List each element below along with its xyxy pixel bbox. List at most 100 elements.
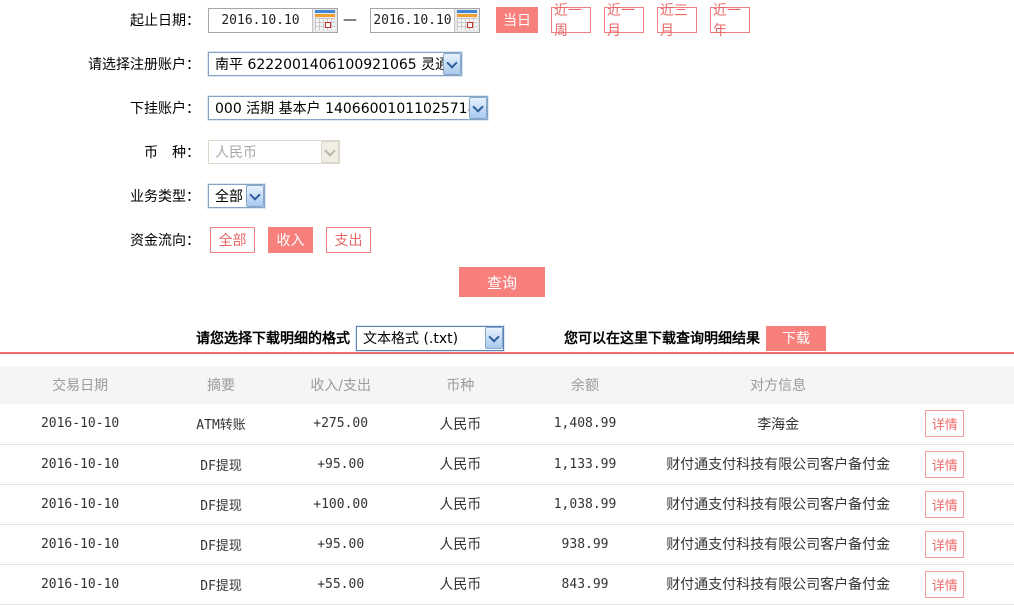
calendar-icon-bar <box>315 14 335 17</box>
calendar-icon-day-marker <box>325 22 331 28</box>
detail-button[interactable]: 详情 <box>925 571 964 598</box>
cell-counterparty: 财付通支付科技有限公司客户备付金 <box>649 564 908 604</box>
table-row: 2016-10-10 DF提现 +95.00 人民币 938.99 财付通支付科… <box>0 524 1014 564</box>
query-row: 查询 <box>459 267 1014 297</box>
detail-button[interactable]: 详情 <box>925 491 964 518</box>
date-range-label: 起止日期： <box>0 10 200 30</box>
quick-range-month-button[interactable]: 近一月 <box>604 7 644 33</box>
table-row: 2016-10-10 DF提现 +95.00 人民币 1,133.99 财付通支… <box>0 444 1014 484</box>
cell-currency: 人民币 <box>399 444 521 484</box>
chevron-down-icon[interactable] <box>246 185 264 207</box>
cell-date: 2016-10-10 <box>0 404 160 444</box>
fund-direction-income-button[interactable]: 收入 <box>268 227 313 253</box>
start-date-value: 2016.10.10 <box>209 13 312 28</box>
cell-currency: 人民币 <box>399 524 521 564</box>
cell-currency: 人民币 <box>399 484 521 524</box>
download-format-value: 文本格式 (.txt) <box>363 328 458 348</box>
detail-button[interactable]: 详情 <box>925 451 964 478</box>
cell-date: 2016-10-10 <box>0 484 160 524</box>
register-account-label: 请选择注册账户： <box>0 54 200 74</box>
cell-actions: 详情 <box>907 404 1014 444</box>
cell-currency: 人民币 <box>399 404 521 444</box>
register-account-row: 请选择注册账户： 南平 6222001406100921065 灵通卡 <box>0 51 1014 77</box>
transactions-table: 交易日期 摘要 收入/支出 币种 余额 对方信息 2016-10-10 ATM转… <box>0 366 1014 605</box>
cell-balance: 1,133.99 <box>521 444 649 484</box>
fund-direction-expense-button[interactable]: 支出 <box>326 227 371 253</box>
business-type-select[interactable]: 全部 <box>208 184 265 208</box>
header-summary: 摘要 <box>160 366 282 404</box>
currency-value: 人民币 <box>215 142 257 162</box>
cell-summary: DF提现 <box>160 444 282 484</box>
cell-balance: 1,408.99 <box>521 404 649 444</box>
currency-row: 币 种： 人民币 <box>0 139 1014 165</box>
download-hint: 您可以在这里下载查询明细结果 <box>564 328 760 348</box>
cell-counterparty: 财付通支付科技有限公司客户备付金 <box>649 524 908 564</box>
calendar-icon[interactable] <box>312 9 337 32</box>
chevron-down-icon[interactable] <box>469 97 487 119</box>
cell-amount: +95.00 <box>282 444 400 484</box>
header-counterparty: 对方信息 <box>649 366 908 404</box>
table-header-row: 交易日期 摘要 收入/支出 币种 余额 对方信息 <box>0 366 1014 404</box>
cell-date: 2016-10-10 <box>0 564 160 604</box>
business-type-value: 全部 <box>215 186 243 206</box>
cell-counterparty: 李海金 <box>649 404 908 444</box>
cell-date: 2016-10-10 <box>0 524 160 564</box>
header-amount: 收入/支出 <box>282 366 400 404</box>
download-format-select[interactable]: 文本格式 (.txt) <box>356 326 504 351</box>
header-balance: 余额 <box>521 366 649 404</box>
fund-direction-row: 资金流向： 全部 收入 支出 <box>0 227 1014 253</box>
fund-direction-label: 资金流向： <box>0 230 200 250</box>
cell-actions: 详情 <box>907 564 1014 604</box>
header-currency: 币种 <box>399 366 521 404</box>
cell-balance: 843.99 <box>521 564 649 604</box>
calendar-icon[interactable] <box>454 9 479 32</box>
download-format-label: 请您选择下载明细的格式 <box>196 328 350 348</box>
cell-actions: 详情 <box>907 524 1014 564</box>
quick-range-today-button[interactable]: 当日 <box>496 7 538 33</box>
quick-range-quarter-button[interactable]: 近三月 <box>657 7 697 33</box>
cell-summary: ATM转账 <box>160 404 282 444</box>
query-button[interactable]: 查询 <box>459 267 545 297</box>
detail-button[interactable]: 详情 <box>925 531 964 558</box>
table-row: 2016-10-10 DF提现 +100.00 人民币 1,038.99 财付通… <box>0 484 1014 524</box>
sub-account-value: 000 活期 基本户 1406600101102571848 <box>215 98 469 118</box>
chevron-down-icon <box>321 141 339 163</box>
sub-account-row: 下挂账户： 000 活期 基本户 1406600101102571848 <box>0 95 1014 121</box>
cell-amount: +100.00 <box>282 484 400 524</box>
cell-counterparty: 财付通支付科技有限公司客户备付金 <box>649 484 908 524</box>
detail-button[interactable]: 详情 <box>925 410 964 437</box>
header-actions <box>907 366 1014 404</box>
cell-currency: 人民币 <box>399 564 521 604</box>
download-row: 请您选择下载明细的格式 文本格式 (.txt) 您可以在这里下载查询明细结果 下… <box>196 325 1014 351</box>
business-type-label: 业务类型： <box>0 186 200 206</box>
red-divider <box>0 352 1014 354</box>
end-date-input[interactable]: 2016.10.10 <box>370 8 480 33</box>
transaction-query-form: 起止日期： 2016.10.10 — 2016.10.10 当日 近一周 近一月… <box>0 0 1014 351</box>
cell-balance: 938.99 <box>521 524 649 564</box>
date-range-separator: — <box>343 12 357 28</box>
sub-account-select[interactable]: 000 活期 基本户 1406600101102571848 <box>208 96 488 120</box>
quick-range-year-button[interactable]: 近一年 <box>710 7 750 33</box>
cell-summary: DF提现 <box>160 564 282 604</box>
cell-date: 2016-10-10 <box>0 444 160 484</box>
cell-amount: +55.00 <box>282 564 400 604</box>
start-date-input[interactable]: 2016.10.10 <box>208 8 338 33</box>
quick-range-week-button[interactable]: 近一周 <box>551 7 591 33</box>
table-row: 2016-10-10 ATM转账 +275.00 人民币 1,408.99 李海… <box>0 404 1014 444</box>
currency-label: 币 种： <box>0 142 200 162</box>
chevron-down-icon[interactable] <box>443 53 461 75</box>
download-button[interactable]: 下载 <box>766 326 826 351</box>
business-type-row: 业务类型： 全部 <box>0 183 1014 209</box>
register-account-select[interactable]: 南平 6222001406100921065 灵通卡 <box>208 52 462 76</box>
register-account-value: 南平 6222001406100921065 灵通卡 <box>215 54 443 74</box>
date-range-row: 起止日期： 2016.10.10 — 2016.10.10 当日 近一周 近一月… <box>0 7 1014 33</box>
cell-summary: DF提现 <box>160 484 282 524</box>
calendar-icon-bar <box>457 10 477 13</box>
chevron-down-icon[interactable] <box>485 327 503 349</box>
cell-summary: DF提现 <box>160 524 282 564</box>
fund-direction-all-button[interactable]: 全部 <box>210 227 255 253</box>
cell-amount: +275.00 <box>282 404 400 444</box>
table-row: 2016-10-10 DF提现 +55.00 人民币 843.99 财付通支付科… <box>0 564 1014 604</box>
cell-actions: 详情 <box>907 484 1014 524</box>
header-date: 交易日期 <box>0 366 160 404</box>
